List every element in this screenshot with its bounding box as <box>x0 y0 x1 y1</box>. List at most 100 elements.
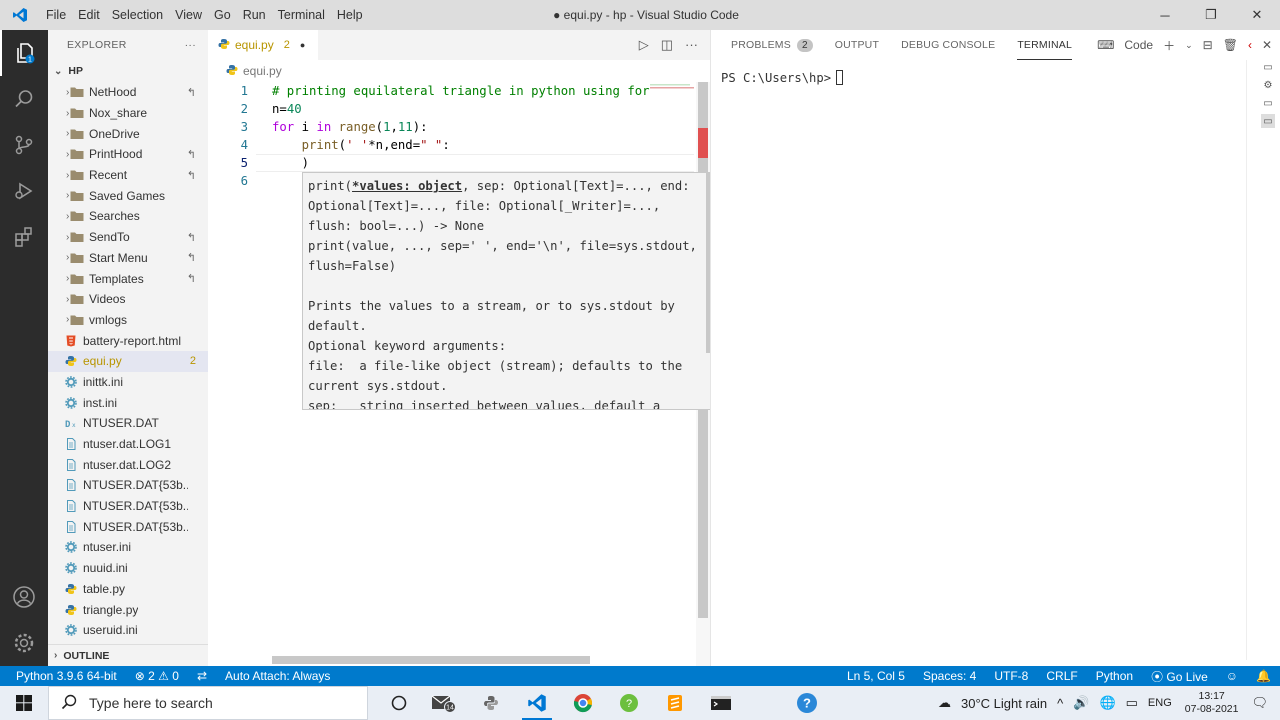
minimize-button[interactable]: ─ <box>1142 0 1188 30</box>
battery-icon[interactable]: ▭ <box>1121 695 1143 711</box>
tree-file[interactable]: inittk.ini <box>48 372 208 393</box>
close-button[interactable]: ✕ <box>1234 0 1280 30</box>
explorer-icon[interactable]: 1 <box>0 30 48 76</box>
breadcrumb-file[interactable]: equi.py <box>243 64 282 78</box>
tree-file[interactable]: ntuser.dat.LOG1 <box>48 434 208 455</box>
green-app-icon[interactable]: ? <box>606 686 652 720</box>
unsaved-dot-icon[interactable]: ● <box>300 40 305 50</box>
source-control-icon[interactable] <box>0 122 48 168</box>
mail-icon[interactable]: 14 <box>422 686 468 720</box>
encoding[interactable]: UTF-8 <box>985 669 1037 683</box>
new-terminal-icon[interactable]: ＋ <box>1163 37 1175 54</box>
terminal-output[interactable]: PS C:\Users\hp> <box>711 60 1280 95</box>
tree-folder[interactable]: › Recent ↰ <box>48 165 208 186</box>
menu-go[interactable]: Go <box>208 0 237 30</box>
menu-selection[interactable]: Selection <box>106 0 169 30</box>
workspace-root[interactable]: ⌄ HP <box>48 60 208 82</box>
sublime-text-icon[interactable] <box>652 686 698 720</box>
tree-file[interactable]: triangle.py <box>48 599 208 620</box>
outline-section[interactable]: › OUTLINE <box>48 644 208 666</box>
clock[interactable]: 13:17 07-08-2021 <box>1177 690 1247 716</box>
tree-file[interactable]: equi.py 2 <box>48 350 208 372</box>
restore-button[interactable]: ❐ <box>1188 0 1234 30</box>
tree-file[interactable]: inst.ini <box>48 392 208 413</box>
chrome-icon[interactable] <box>560 686 606 720</box>
menu-run[interactable]: Run <box>237 0 272 30</box>
code-line[interactable]: 4 print(' '*n,end=" ": <box>208 136 710 154</box>
code-line[interactable]: 1 # printing equilateral triangle in pyth… <box>208 82 710 100</box>
tree-file[interactable]: useruid.ini <box>48 620 208 641</box>
code-line[interactable]: 3 for i in range(1,11): <box>208 118 710 136</box>
menu-help[interactable]: Help <box>331 0 369 30</box>
account-icon[interactable] <box>0 574 48 620</box>
settings-gear-icon[interactable] <box>0 620 48 666</box>
tab-problems[interactable]: PROBLEMS 2 <box>731 30 813 60</box>
tree-folder[interactable]: › NetHood ↰ <box>48 82 208 103</box>
terminal-instance-icon[interactable]: ▭ <box>1261 60 1275 74</box>
help-icon[interactable]: ? <box>784 686 830 720</box>
tree-file[interactable]: battery-report.html <box>48 330 208 351</box>
tree-folder[interactable]: › vmlogs <box>48 310 208 331</box>
show-hidden-icons-chevron-icon[interactable]: ^ <box>1052 696 1068 711</box>
weather-status[interactable]: 30°C Light rain <box>956 696 1052 711</box>
live-share-icon[interactable]: ⇄ <box>188 669 216 683</box>
search-icon[interactable] <box>0 76 48 122</box>
gear-icon[interactable]: ⚙ <box>1261 78 1275 92</box>
tree-folder[interactable]: › Templates ↰ <box>48 268 208 289</box>
weather-cloud-icon[interactable]: ☁ <box>933 695 956 711</box>
python-interpreter[interactable]: Python 3.9.6 64-bit <box>0 669 126 683</box>
tree-file[interactable]: NTUSER.DAT{53b... <box>48 496 208 517</box>
menu-file[interactable]: File <box>40 0 72 30</box>
menu-terminal[interactable]: Terminal <box>272 0 331 30</box>
split-editor-icon[interactable]: ◫ <box>661 37 673 53</box>
more-actions-icon[interactable]: ··· <box>185 39 196 51</box>
tree-file[interactable]: table.py <box>48 579 208 600</box>
more-actions-icon[interactable]: ··· <box>685 37 698 53</box>
editor-horizontal-scrollbar[interactable] <box>272 656 590 664</box>
network-globe-icon[interactable]: 🌐 <box>1094 695 1120 711</box>
minimap[interactable] <box>648 82 696 92</box>
terminal-scrollbar[interactable] <box>1246 60 1256 660</box>
indentation[interactable]: Spaces: 4 <box>914 669 985 683</box>
tree-folder[interactable]: › Videos <box>48 289 208 310</box>
run-python-file-icon[interactable]: ▷ <box>639 37 649 53</box>
menu-view[interactable]: View <box>169 0 208 30</box>
extensions-icon[interactable] <box>0 214 48 260</box>
feedback-icon[interactable]: ☺ <box>1217 669 1247 683</box>
end-of-line[interactable]: CRLF <box>1037 669 1086 683</box>
tree-folder[interactable]: › PrintHood ↰ <box>48 144 208 165</box>
tree-folder[interactable]: › Searches <box>48 206 208 227</box>
tree-folder[interactable]: › Nox_share <box>48 103 208 124</box>
tree-folder[interactable]: › Start Menu ↰ <box>48 248 208 269</box>
python-idle-icon[interactable] <box>468 686 514 720</box>
tree-file[interactable]: NTUSER.DAT{53b... <box>48 475 208 496</box>
go-live-button[interactable]: ⦿ Go Live <box>1142 668 1217 685</box>
tree-folder[interactable]: › SendTo ↰ <box>48 227 208 248</box>
menu-edit[interactable]: Edit <box>72 0 106 30</box>
task-view-icon[interactable] <box>376 686 422 720</box>
terminal-instance-icon[interactable]: ▭ <box>1261 96 1275 110</box>
split-terminal-icon[interactable]: ⊟ <box>1203 38 1213 52</box>
cursor-position[interactable]: Ln 5, Col 5 <box>838 669 914 683</box>
tree-folder[interactable]: › Saved Games <box>48 185 208 206</box>
tab-output[interactable]: OUTPUT <box>835 30 879 60</box>
volume-icon[interactable]: 🔊 <box>1068 695 1094 711</box>
tab-equi-py[interactable]: equi.py 2 ● <box>208 30 318 60</box>
chevron-left-icon[interactable]: ‹ <box>1248 38 1252 52</box>
action-center-icon[interactable]: 🗨 <box>1246 695 1280 711</box>
close-panel-icon[interactable]: ✕ <box>1262 38 1272 52</box>
command-prompt-icon[interactable] <box>698 686 744 720</box>
tree-file[interactable]: NTUSER.DAT{53b... <box>48 516 208 537</box>
tree-folder[interactable]: › OneDrive <box>48 123 208 144</box>
notifications-bell-icon[interactable]: 🔔 <box>1247 669 1280 683</box>
code-line[interactable]: 2 n=40 <box>208 100 710 118</box>
run-debug-icon[interactable] <box>0 168 48 214</box>
vscode-taskbar-icon[interactable] <box>514 686 560 720</box>
trash-icon[interactable]: 🗑 <box>1223 38 1238 52</box>
terminal-name[interactable]: Code <box>1124 38 1153 52</box>
chevron-down-icon[interactable]: ⌄ <box>1185 40 1193 51</box>
tab-debug-console[interactable]: DEBUG CONSOLE <box>901 30 995 60</box>
windows-start-icon[interactable] <box>0 686 48 720</box>
terminal-instance-icon[interactable]: ▭ <box>1261 114 1275 128</box>
input-language[interactable]: ENG <box>1143 697 1177 709</box>
